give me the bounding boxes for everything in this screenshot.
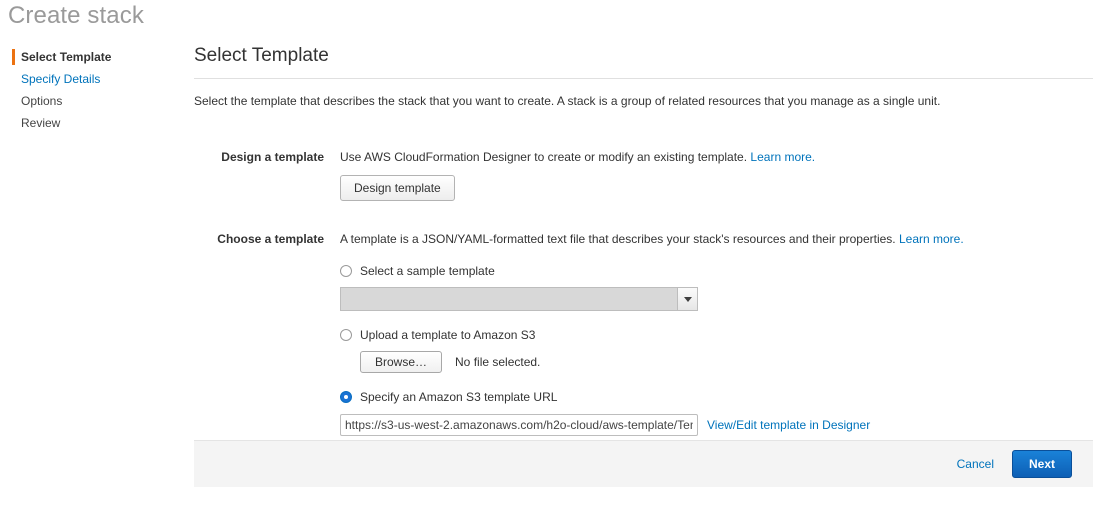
heading-divider (194, 78, 1093, 79)
sidebar-item-label: Specify Details (21, 68, 100, 90)
choose-template-label: Choose a template (194, 231, 340, 247)
option-label: Upload a template to Amazon S3 (360, 327, 535, 343)
design-description-text: Use AWS CloudFormation Designer to creat… (340, 150, 747, 164)
choose-learn-more-link[interactable]: Learn more. (899, 232, 964, 246)
design-template-body: Use AWS CloudFormation Designer to creat… (340, 149, 1093, 201)
content-heading: Select Template (194, 44, 1093, 68)
sidebar-item-specify-details[interactable]: Specify Details (12, 68, 172, 90)
sample-template-select[interactable] (340, 287, 698, 311)
choose-template-body: A template is a JSON/YAML-formatted text… (340, 231, 1093, 436)
main-content: Select Template Select the template that… (194, 44, 1093, 436)
sidebar-item-label: Select Template (21, 46, 111, 68)
next-button[interactable]: Next (1012, 450, 1072, 478)
design-learn-more-link[interactable]: Learn more. (750, 150, 815, 164)
option-specify-s3-url[interactable]: Specify an Amazon S3 template URL (340, 389, 1093, 405)
sidebar-item-label: Options (21, 90, 62, 112)
file-status-text: No file selected. (455, 354, 540, 370)
sidebar-item-label: Review (21, 112, 60, 134)
form-footer: Cancel Next (194, 440, 1093, 487)
sample-template-select-value (341, 288, 677, 310)
sidebar-item-select-template[interactable]: Select Template (12, 46, 172, 68)
template-form: Design a template Use AWS CloudFormation… (194, 149, 1093, 436)
choose-template-description: A template is a JSON/YAML-formatted text… (340, 231, 1093, 247)
radio-specify-s3-url[interactable] (340, 391, 352, 403)
radio-select-sample-template[interactable] (340, 265, 352, 277)
browse-button[interactable]: Browse… (360, 351, 442, 373)
sidebar-item-review[interactable]: Review (12, 112, 172, 134)
s3-template-url-input[interactable] (340, 414, 698, 436)
wizard-navigation: Select Template Specify Details Options … (12, 46, 172, 134)
caret-down-icon (677, 288, 697, 310)
option-select-sample-template[interactable]: Select a sample template (340, 263, 1093, 279)
design-template-button[interactable]: Design template (340, 175, 455, 201)
design-template-label: Design a template (194, 149, 340, 165)
intro-text: Select the template that describes the s… (194, 93, 1093, 109)
choose-description-text: A template is a JSON/YAML-formatted text… (340, 232, 896, 246)
option-label: Select a sample template (360, 263, 495, 279)
radio-upload-template[interactable] (340, 329, 352, 341)
view-edit-designer-link[interactable]: View/Edit template in Designer (707, 417, 870, 433)
s3-url-row: View/Edit template in Designer (340, 414, 1093, 436)
choose-template-row: Choose a template A template is a JSON/Y… (194, 231, 1093, 436)
option-label: Specify an Amazon S3 template URL (360, 389, 557, 405)
page-title: Create stack (8, 2, 144, 30)
sidebar-item-options[interactable]: Options (12, 90, 172, 112)
option-upload-template[interactable]: Upload a template to Amazon S3 (340, 327, 1093, 343)
file-upload-row: Browse… No file selected. (360, 351, 1093, 373)
design-template-description: Use AWS CloudFormation Designer to creat… (340, 149, 1093, 165)
design-template-row: Design a template Use AWS CloudFormation… (194, 149, 1093, 201)
cancel-button[interactable]: Cancel (957, 457, 994, 471)
